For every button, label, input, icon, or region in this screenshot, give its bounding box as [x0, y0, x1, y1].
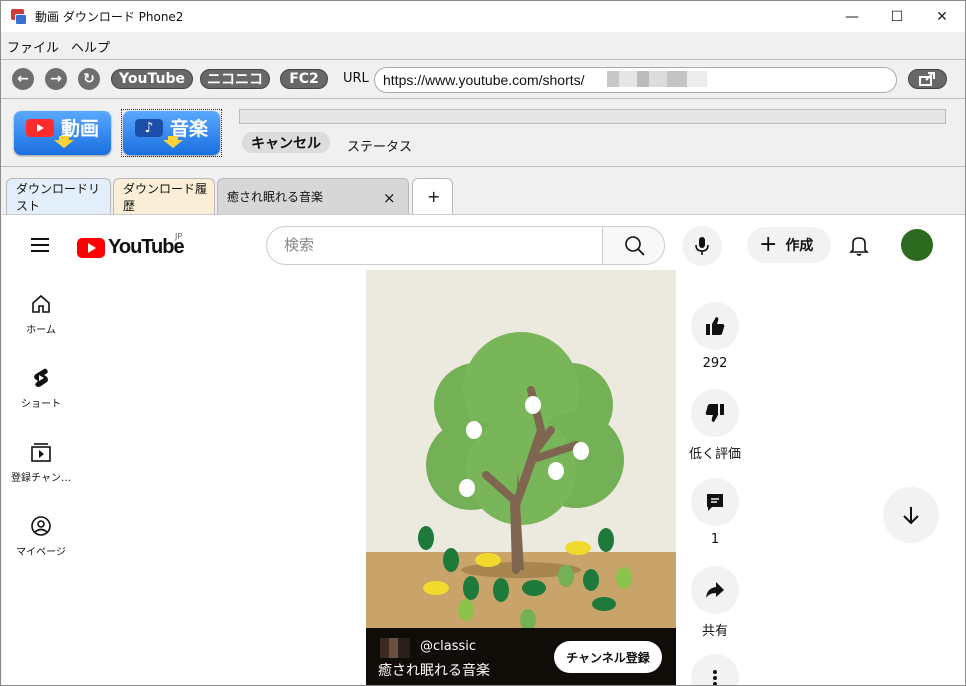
bell-icon: [849, 237, 869, 256]
sidebar-item-profile[interactable]: マイページ: [2, 515, 80, 558]
sidebar-item-shorts[interactable]: ショート: [2, 367, 80, 410]
new-tab-button[interactable]: +: [412, 178, 453, 214]
menu-help[interactable]: ヘルプ: [71, 37, 110, 56]
more-options-button[interactable]: [691, 654, 739, 685]
youtube-site-button[interactable]: YouTube: [111, 69, 193, 89]
home-icon: [32, 294, 50, 313]
app-icon: [11, 8, 27, 25]
download-video-button[interactable]: 動画: [14, 111, 111, 155]
sidebar-item-label: 登録チャン…: [11, 473, 71, 484]
url-redacted-segment: [607, 71, 707, 87]
video-icon: [26, 119, 54, 137]
menu-file[interactable]: ファイル: [7, 37, 59, 56]
plus-icon: +: [759, 232, 778, 257]
close-window-button[interactable]: ✕: [919, 1, 965, 32]
sidebar-item-subscriptions[interactable]: 登録チャン…: [2, 441, 80, 484]
comment-button[interactable]: [691, 478, 739, 526]
tab-label: ダウンロード履歴: [123, 181, 208, 213]
comment-icon: [707, 494, 723, 511]
search-button[interactable]: [602, 226, 665, 265]
tab-active-video[interactable]: 癒され眠れる音楽 ×: [217, 178, 409, 214]
like-button[interactable]: [691, 302, 739, 350]
window-title: 動画 ダウンロード Phone2: [35, 10, 184, 24]
user-avatar[interactable]: [901, 229, 933, 261]
thumbs-down-icon: [705, 404, 724, 422]
sidebar-item-label: ホーム: [26, 325, 56, 336]
voice-search-button[interactable]: [682, 226, 722, 266]
shorts-video-player[interactable]: @classic 癒され眠れる音楽 チャンネル登録: [366, 270, 676, 685]
next-video-button[interactable]: [883, 487, 939, 543]
more-action[interactable]: [690, 654, 740, 685]
reload-button[interactable]: ↻: [78, 68, 100, 90]
back-button[interactable]: ←: [12, 68, 34, 90]
channel-avatar[interactable]: [380, 638, 410, 658]
status-label: ステータス: [347, 140, 413, 155]
subscribe-button[interactable]: チャンネル登録: [554, 641, 662, 673]
share-video-button[interactable]: [691, 566, 739, 614]
tree-illustration: [418, 332, 632, 631]
app-window: 動画 ダウンロード Phone2 — ☐ ✕ ファイル ヘルプ ← → ↻ Yo…: [0, 0, 966, 686]
create-button[interactable]: + 作成: [747, 227, 831, 263]
share-arrow-icon: [706, 582, 724, 598]
like-count: 292: [702, 356, 728, 371]
download-music-button[interactable]: ♪ 音楽: [123, 111, 220, 155]
comment-action[interactable]: 1: [690, 478, 740, 547]
tab-label: 癒され眠れる音楽: [227, 190, 324, 204]
create-label: 作成: [785, 238, 814, 254]
fc2-site-button[interactable]: FC2: [280, 69, 328, 89]
sidebar-item-home[interactable]: ホーム: [2, 293, 80, 336]
channel-name[interactable]: @classic: [420, 639, 476, 654]
download-progress-bar: [239, 109, 946, 124]
notifications-button[interactable]: [847, 233, 871, 257]
down-arrow-head: [54, 140, 74, 148]
youtube-logo-text: YouTube: [108, 236, 185, 258]
arrow-down-icon: [903, 507, 919, 525]
tab-label: ダウンロードリスト: [16, 181, 101, 213]
search-input[interactable]: 検索: [266, 226, 603, 265]
share-action[interactable]: 共有: [690, 566, 740, 639]
dislike-button[interactable]: [691, 389, 739, 437]
download-panel: 動画 ♪ 音楽 キャンセル ステータス: [1, 99, 965, 167]
share-button[interactable]: [908, 69, 947, 89]
niconico-site-button[interactable]: ニコニコ: [200, 69, 270, 89]
share-icon: [918, 72, 935, 86]
forward-button[interactable]: →: [45, 68, 67, 90]
microphone-icon: [695, 237, 709, 255]
youtube-logo[interactable]: YouTube: [77, 236, 185, 259]
sidebar-item-label: マイページ: [16, 547, 66, 558]
video-title: 癒され眠れる音楽: [378, 663, 490, 679]
cancel-button[interactable]: キャンセル: [242, 132, 330, 153]
tab-download-history[interactable]: ダウンロード履歴: [113, 178, 215, 214]
youtube-play-icon: [77, 237, 105, 258]
comment-count: 1: [710, 532, 720, 547]
search-icon: [625, 236, 645, 256]
tab-strip: ダウンロードリスト ダウンロード履歴 癒され眠れる音楽 × +: [1, 167, 965, 214]
url-label: URL: [343, 71, 369, 86]
music-note-icon: ♪: [135, 119, 163, 137]
title-bar: 動画 ダウンロード Phone2 — ☐ ✕: [1, 1, 965, 32]
region-label: JP: [175, 232, 183, 241]
tab-download-list[interactable]: ダウンロードリスト: [6, 178, 111, 214]
sidebar-item-label: ショート: [21, 399, 61, 410]
maximize-button[interactable]: ☐: [874, 1, 920, 32]
like-action[interactable]: 292: [690, 302, 740, 371]
close-tab-icon[interactable]: ×: [383, 189, 396, 207]
thumbs-up-icon: [706, 317, 725, 335]
menu-icon[interactable]: [31, 238, 49, 252]
shorts-icon: [34, 368, 48, 387]
more-vertical-icon: [713, 670, 717, 685]
dislike-action[interactable]: 低く評価: [684, 389, 746, 462]
minimize-button[interactable]: —: [829, 1, 875, 32]
toolbar: ← → ↻ YouTube ニコニコ FC2 URL https://www.y…: [1, 59, 965, 99]
share-label: 共有: [701, 624, 728, 639]
subscriptions-icon: [31, 443, 51, 462]
profile-icon: [31, 516, 51, 536]
web-view: YouTube JP 検索 + 作成 ホーム ショート 登録チャン… マイページ…: [2, 214, 965, 685]
video-caption-bar: @classic 癒され眠れる音楽 チャンネル登録: [366, 628, 676, 685]
dislike-label: 低く評価: [688, 447, 741, 462]
down-arrow-head: [163, 140, 183, 148]
menu-bar: ファイル ヘルプ: [1, 32, 965, 59]
